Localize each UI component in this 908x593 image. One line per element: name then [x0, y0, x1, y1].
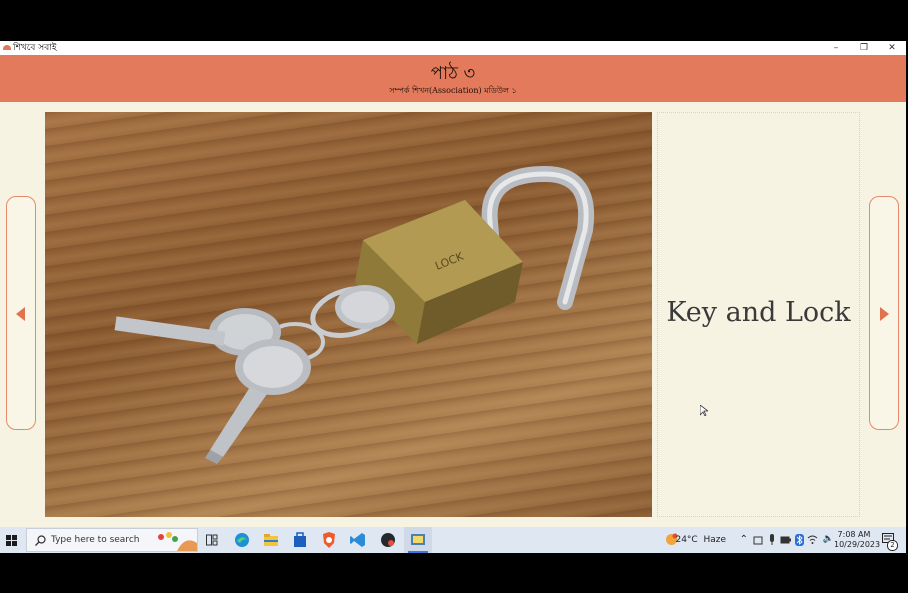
volume-icon[interactable]: 🔈 [823, 534, 834, 544]
battery-icon[interactable] [780, 536, 791, 544]
wifi-icon[interactable] [807, 534, 818, 545]
next-button[interactable] [869, 196, 899, 430]
window-title: শিখবে সবাই [13, 43, 57, 53]
bluetooth-icon[interactable] [795, 534, 804, 546]
close-button[interactable]: ✕ [878, 41, 906, 55]
edge-browser-icon[interactable] [234, 532, 250, 550]
onedrive-icon[interactable] [753, 535, 763, 545]
arrow-right-icon [880, 307, 889, 321]
app-icon [3, 45, 11, 50]
mouse-cursor-icon [700, 405, 708, 416]
vscode-icon[interactable] [350, 532, 366, 550]
weather-text[interactable]: 24°C Haze [675, 535, 726, 545]
notification-badge: 2 [887, 540, 898, 551]
title-bar: শিখবে সবাই – ❐ ✕ [0, 41, 906, 55]
active-app-button[interactable] [404, 527, 432, 553]
key-and-lock-image: LOCK [114, 165, 595, 464]
task-view-icon[interactable] [206, 534, 218, 552]
chevron-up-icon[interactable]: ⌃ [740, 534, 748, 545]
caption-text: Key and Lock [666, 297, 851, 328]
maximize-button[interactable]: ❐ [850, 41, 878, 55]
python-app-icon [411, 534, 425, 545]
clock-date[interactable]: 10/29/2023 [834, 540, 880, 550]
clock-time[interactable]: 7:08 AM [834, 530, 874, 540]
taskbar: Type here to search 24°C Haze ⌃ 🔈 7:08 A… [0, 527, 906, 553]
search-icon [35, 535, 46, 546]
windows-start-icon[interactable] [6, 535, 17, 553]
lesson-header: পাঠ ৩ সম্পর্ক শিখন(Association) মডিউল ১ [0, 55, 906, 102]
prev-button[interactable] [6, 196, 36, 430]
lesson-title: পাঠ ৩ [430, 63, 476, 84]
search-placeholder: Type here to search [51, 535, 140, 545]
github-desktop-icon[interactable] [380, 532, 396, 550]
search-highlight-icon [158, 532, 197, 551]
microphone-icon[interactable] [768, 534, 776, 546]
taskbar-search[interactable]: Type here to search [26, 528, 198, 552]
store-icon[interactable] [292, 532, 308, 550]
arrow-left-icon [16, 307, 25, 321]
brave-browser-icon[interactable] [321, 531, 337, 549]
minimize-button[interactable]: – [822, 41, 850, 55]
app-window: শিখবে সবাই – ❐ ✕ পাঠ ৩ সম্পর্ক শিখন(Asso… [0, 41, 906, 553]
file-explorer-icon[interactable] [263, 532, 279, 550]
lesson-subtitle: সম্পর্ক শিখন(Association) মডিউল ১ [389, 86, 517, 95]
caption-panel: Key and Lock [657, 112, 860, 517]
lesson-image: LOCK [45, 112, 652, 517]
